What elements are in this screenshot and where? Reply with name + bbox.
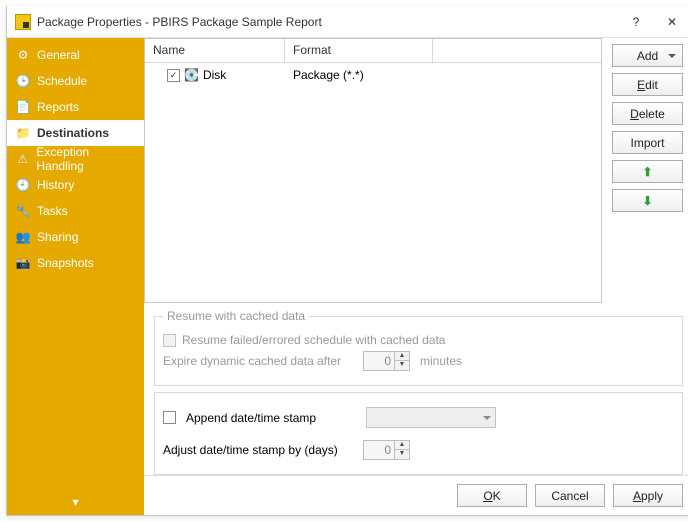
sidebar-item-label: Destinations (37, 126, 109, 140)
column-header-format[interactable]: Format (285, 39, 433, 62)
adjust-label: Adjust date/time stamp by (days) (163, 443, 353, 457)
resume-checkbox-label: Resume failed/errored schedule with cach… (182, 333, 445, 347)
sidebar-item-general[interactable]: ⚙ General (7, 42, 144, 68)
app-icon (15, 14, 31, 30)
sidebar-item-label: Schedule (37, 74, 87, 88)
sidebar-item-tasks[interactable]: 🔧 Tasks (7, 198, 144, 224)
append-format-combo[interactable] (366, 407, 496, 428)
sidebar-item-reports[interactable]: 📄 Reports (7, 94, 144, 120)
warning-icon: ⚠ (15, 151, 30, 167)
title-bar: Package Properties - PBIRS Package Sampl… (7, 6, 688, 38)
help-button[interactable]: ? (619, 10, 653, 34)
sidebar-item-label: History (37, 178, 74, 192)
sidebar-item-label: Snapshots (37, 256, 94, 270)
resume-group: Resume with cached data Resume failed/er… (154, 309, 683, 386)
sidebar-item-label: Tasks (37, 204, 68, 218)
gear-icon: ⚙ (15, 47, 31, 63)
sidebar-item-label: General (37, 48, 80, 62)
append-group: Append date/time stamp Adjust date/time … (154, 392, 683, 475)
sharing-icon: 👥 (15, 229, 31, 245)
spinner-down-icon: ▼ (394, 361, 409, 370)
dialog-footer: OK Cancel Apply (144, 475, 688, 515)
expire-unit: minutes (420, 354, 462, 368)
spinner-up-icon: ▲ (394, 352, 409, 361)
arrow-up-icon: ⬆ (642, 165, 652, 179)
destinations-table: Name Format ✓ 💽 Disk Package (*.*) (144, 38, 602, 303)
import-button[interactable]: Import (612, 131, 683, 154)
sidebar-item-sharing[interactable]: 👥 Sharing (7, 224, 144, 250)
apply-button[interactable]: Apply (613, 484, 683, 507)
resume-checkbox (163, 334, 176, 347)
column-header-empty (433, 39, 601, 62)
append-checkbox-label: Append date/time stamp (186, 411, 356, 425)
close-button[interactable]: ✕ (655, 10, 688, 34)
disk-icon: 💽 (184, 68, 199, 82)
sidebar-expand-icon[interactable]: ▾ (7, 489, 144, 515)
sidebar: ⚙ General 🕒 Schedule 📄 Reports 📁 Destination… (7, 38, 144, 515)
sidebar-item-label: Reports (37, 100, 79, 114)
clock-icon: 🕒 (15, 73, 31, 89)
append-checkbox[interactable] (163, 411, 176, 424)
window-title: Package Properties - PBIRS Package Sampl… (37, 15, 619, 29)
cancel-button[interactable]: Cancel (535, 484, 605, 507)
table-row[interactable]: ✓ 💽 Disk Package (*.*) (145, 63, 601, 87)
camera-icon: 📸 (15, 255, 31, 271)
column-header-name[interactable]: Name (145, 39, 285, 62)
ok-button[interactable]: OK (457, 484, 527, 507)
move-up-button[interactable]: ⬆ (612, 160, 683, 183)
delete-button[interactable]: Delete (612, 102, 683, 125)
adjust-input[interactable] (364, 441, 394, 459)
arrow-down-icon: ⬇ (642, 194, 652, 208)
document-icon: 📄 (15, 99, 31, 115)
sidebar-item-label: Exception Handling (36, 145, 136, 173)
spinner-down-icon[interactable]: ▼ (394, 450, 409, 459)
expire-input (364, 352, 394, 370)
sidebar-item-label: Sharing (37, 230, 78, 244)
move-down-button[interactable]: ⬇ (612, 189, 683, 212)
expire-label: Expire dynamic cached data after (163, 354, 353, 368)
edit-button[interactable]: Edit (612, 73, 683, 96)
sidebar-item-exception-handling[interactable]: ⚠ Exception Handling (7, 146, 144, 172)
adjust-spinner[interactable]: ▲▼ (363, 440, 410, 460)
expire-spinner: ▲▼ (363, 351, 410, 371)
add-button[interactable]: Add (612, 44, 683, 67)
sidebar-item-destinations[interactable]: 📁 Destinations (7, 120, 144, 146)
spinner-up-icon[interactable]: ▲ (394, 441, 409, 450)
row-format: Package (*.*) (285, 68, 433, 82)
sidebar-item-history[interactable]: 🕘 History (7, 172, 144, 198)
row-name: Disk (203, 68, 226, 82)
sidebar-item-snapshots[interactable]: 📸 Snapshots (7, 250, 144, 276)
row-checkbox[interactable]: ✓ (167, 69, 180, 82)
action-buttons: Add Edit Delete Import ⬆ ⬇ (602, 38, 688, 303)
tasks-icon: 🔧 (15, 203, 31, 219)
resume-legend: Resume with cached data (163, 309, 309, 323)
folder-icon: 📁 (15, 125, 31, 141)
dialog-window: Package Properties - PBIRS Package Sampl… (6, 6, 688, 516)
history-icon: 🕘 (15, 177, 31, 193)
sidebar-item-schedule[interactable]: 🕒 Schedule (7, 68, 144, 94)
